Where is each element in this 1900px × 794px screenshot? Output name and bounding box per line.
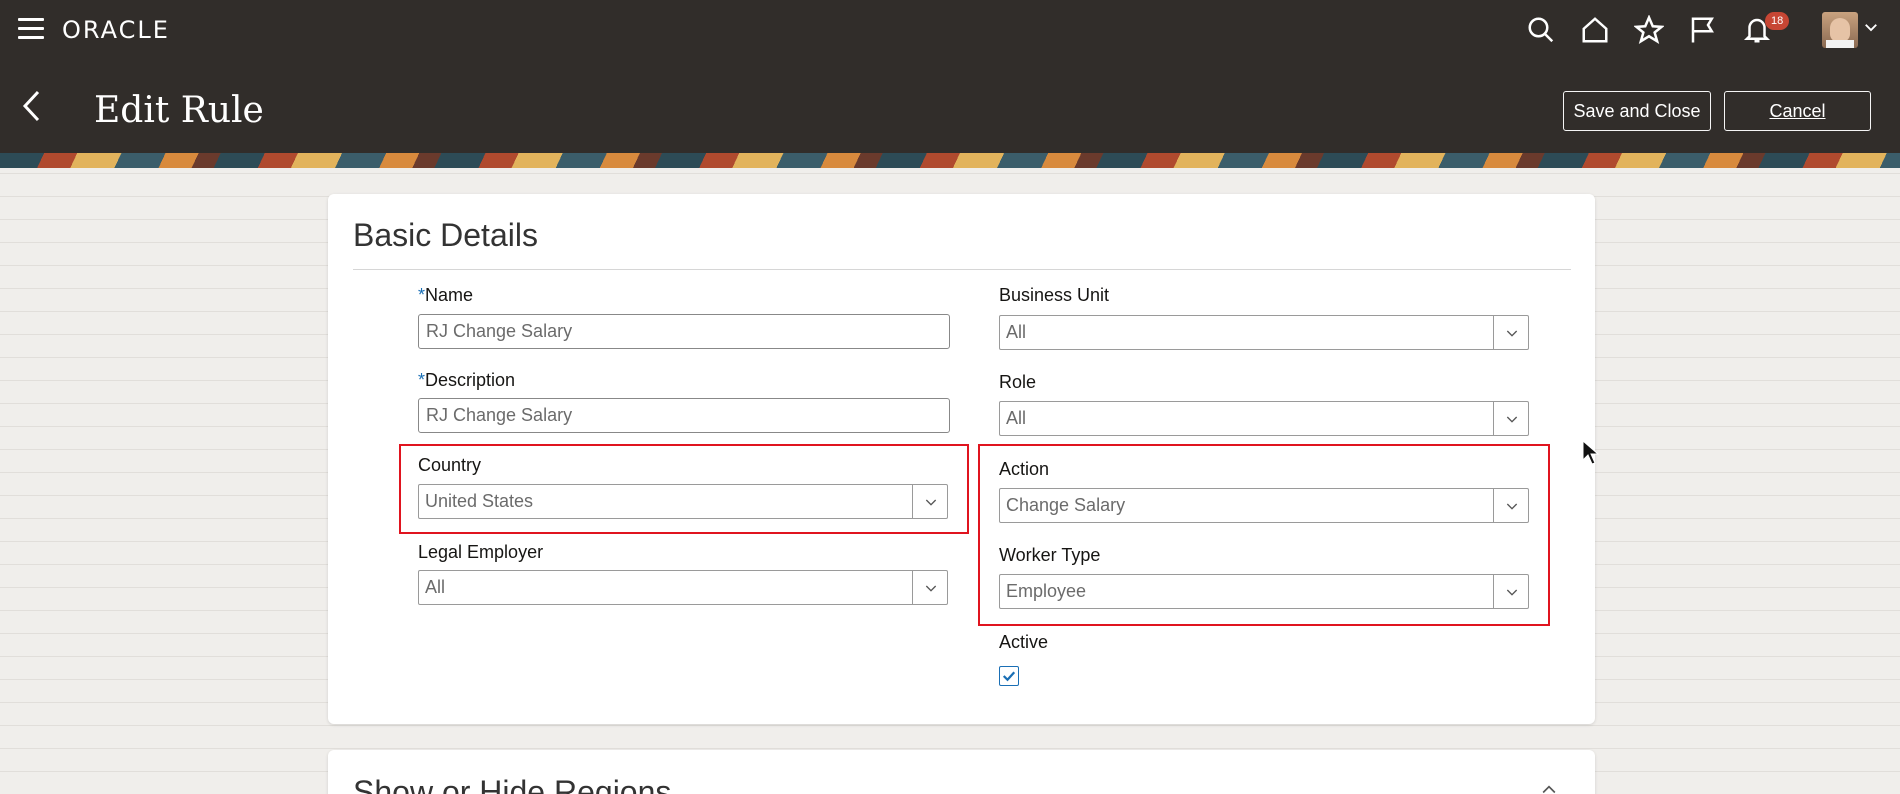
chevron-down-icon (925, 499, 937, 506)
search-icon[interactable] (1523, 12, 1559, 48)
description-label-text: Description (425, 370, 516, 390)
bell-icon[interactable]: 18 (1739, 12, 1790, 48)
active-checkbox[interactable] (999, 666, 1019, 686)
chevron-down-icon[interactable] (1862, 18, 1880, 36)
business-unit-select[interactable]: All (999, 315, 1529, 350)
checkmark-icon (1002, 671, 1016, 682)
action-value: Change Salary (1006, 489, 1494, 522)
notification-badge: 18 (1765, 12, 1790, 30)
chevron-up-icon[interactable] (1539, 780, 1559, 794)
save-and-close-button[interactable]: Save and Close (1563, 91, 1711, 131)
oracle-logo: ORACLE (62, 16, 170, 44)
legal-employer-value: All (425, 571, 913, 604)
role-select[interactable]: All (999, 401, 1529, 436)
chevron-down-icon (1506, 589, 1518, 596)
chevron-down-icon (1506, 503, 1518, 510)
role-label: Role (999, 372, 1037, 392)
business-unit-label: Business Unit (999, 285, 1110, 305)
description-label: *Description (418, 370, 515, 391)
section-title: Show or Hide Regions (353, 774, 672, 794)
worker-type-label: Worker Type (999, 545, 1101, 565)
back-icon[interactable] (20, 88, 50, 124)
home-icon[interactable] (1577, 12, 1613, 48)
star-icon[interactable] (1631, 12, 1667, 48)
country-label: Country (418, 455, 482, 475)
avatar[interactable] (1822, 12, 1858, 48)
menu-icon[interactable] (18, 18, 44, 40)
required-mark: * (418, 370, 426, 390)
basic-details-card: Basic Details *Name RJ Change Salary *De… (328, 194, 1595, 724)
flag-icon[interactable] (1685, 12, 1721, 48)
name-input[interactable]: RJ Change Salary (418, 314, 950, 349)
legal-employer-select[interactable]: All (418, 570, 948, 605)
chevron-down-icon (1506, 416, 1518, 423)
name-label: *Name (418, 285, 473, 306)
country-value: United States (425, 485, 913, 518)
section-title: Basic Details (353, 217, 538, 253)
top-navbar: ORACLE 18 Edit Rule Save and Close Cance… (0, 0, 1900, 153)
active-label: Active (999, 632, 1049, 652)
description-input[interactable]: RJ Change Salary (418, 398, 950, 433)
divider (353, 269, 1571, 270)
worker-type-value: Employee (1006, 575, 1494, 608)
chevron-down-icon (925, 585, 937, 592)
page-title: Edit Rule (94, 90, 264, 131)
business-unit-value: All (1006, 316, 1494, 349)
name-label-text: Name (425, 285, 474, 305)
action-label: Action (999, 459, 1050, 479)
chevron-down-icon (1506, 330, 1518, 337)
role-value: All (1006, 402, 1494, 435)
required-mark: * (418, 285, 426, 305)
action-select[interactable]: Change Salary (999, 488, 1529, 523)
worker-type-select[interactable]: Employee (999, 574, 1529, 609)
show-hide-regions-card[interactable]: Show or Hide Regions (328, 750, 1595, 794)
country-select[interactable]: United States (418, 484, 948, 519)
cancel-button[interactable]: Cancel (1724, 91, 1871, 131)
decorative-banner (0, 153, 1900, 168)
legal-employer-label: Legal Employer (418, 542, 544, 562)
mouse-cursor-icon (1582, 440, 1600, 465)
